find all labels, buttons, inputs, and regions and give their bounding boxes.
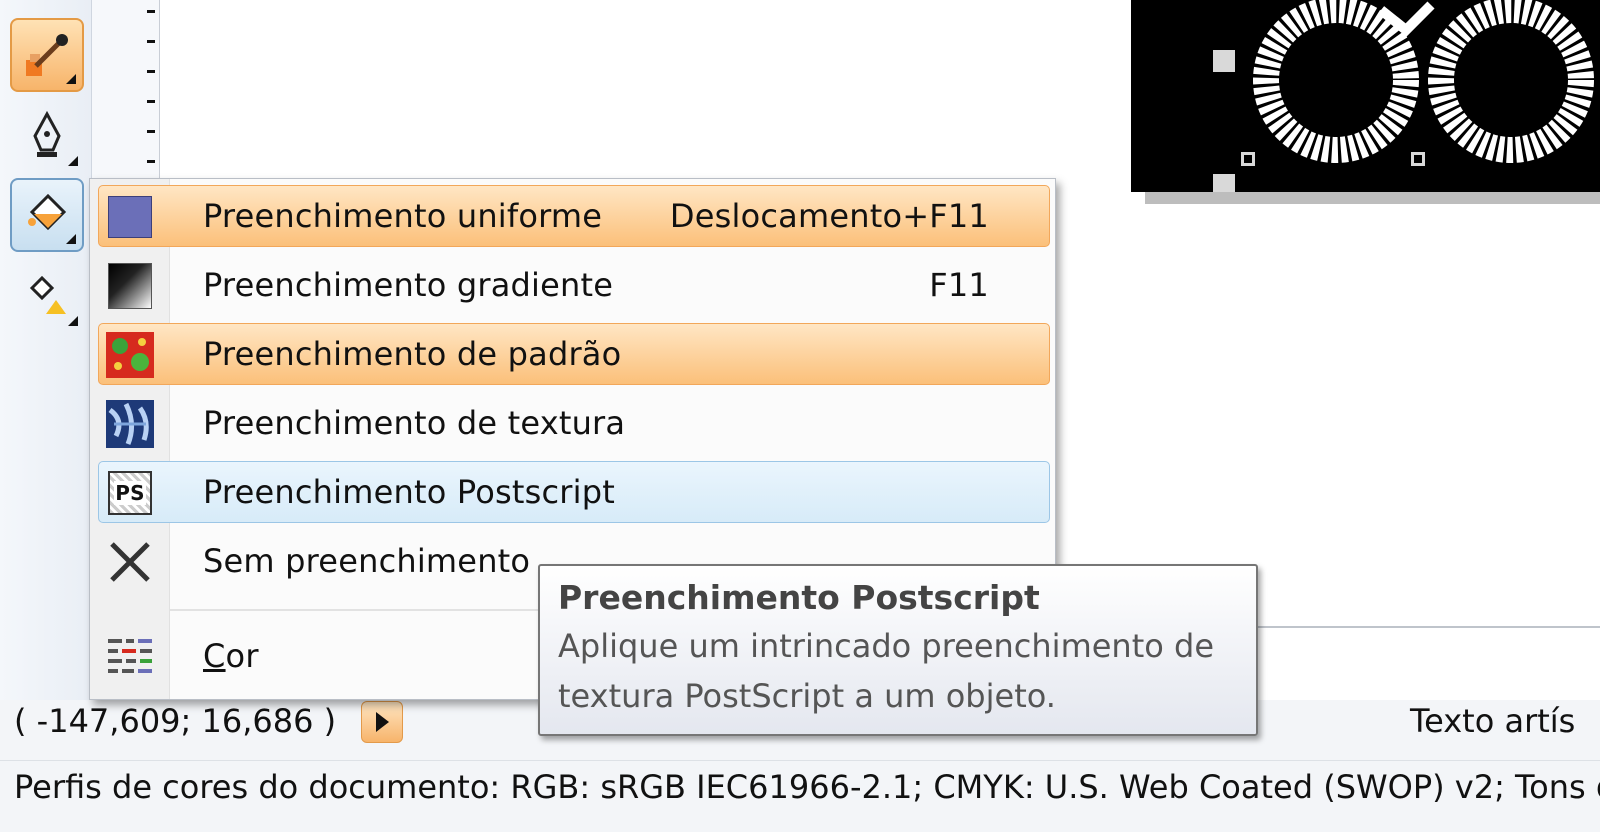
postscript-fill-icon: PS xyxy=(105,470,155,516)
play-arrow-icon xyxy=(376,712,389,732)
divider xyxy=(1258,626,1600,628)
artwork-object[interactable] xyxy=(1131,0,1600,192)
interactive-fill-tool[interactable] xyxy=(10,258,84,332)
menu-item-gradient-fill[interactable]: Preenchimento gradiente F11 xyxy=(98,254,1050,316)
menu-item-postscript-fill[interactable]: PS Preenchimento Postscript xyxy=(98,461,1050,523)
pattern-fill-icon xyxy=(105,332,155,378)
pen-nib-icon xyxy=(33,110,61,157)
shortcut-label: F11 xyxy=(929,266,989,304)
no-fill-icon xyxy=(105,539,155,585)
tooltip-title: Preenchimento Postscript xyxy=(558,578,1040,617)
uniform-fill-icon xyxy=(105,194,155,240)
selection-handle[interactable] xyxy=(1213,50,1235,72)
selection-handle[interactable] xyxy=(1213,174,1235,192)
paint-bucket-icon xyxy=(28,193,67,231)
document-color-profiles[interactable]: Perfis de cores do documento: RGB: sRGB … xyxy=(14,766,1600,808)
object-type-label: Texto artís xyxy=(1410,702,1576,740)
vertical-ruler xyxy=(92,0,160,180)
tooltip: Preenchimento Postscript Aplique um intr… xyxy=(538,564,1258,736)
menu-item-pattern-fill[interactable]: Preenchimento de padrão xyxy=(98,323,1050,385)
artwork-text-graphic xyxy=(1253,0,1594,163)
toolbox xyxy=(0,0,92,700)
status-nav-button[interactable] xyxy=(361,701,403,743)
shortcut-label: Deslocamento+F11 xyxy=(669,197,989,235)
cursor-coordinates: ( -147,609; 16,686 ) xyxy=(14,702,337,740)
menu-item-texture-fill[interactable]: Preenchimento de textura xyxy=(98,392,1050,454)
fill-tool[interactable] xyxy=(10,178,84,252)
tooltip-description: Aplique um intrincado preenchimento de t… xyxy=(558,627,1214,715)
eyedropper-icon xyxy=(26,34,68,76)
pen-outline-tool[interactable] xyxy=(10,98,84,172)
color-eyedropper-tool[interactable] xyxy=(10,18,84,92)
selection-handle[interactable] xyxy=(1411,152,1425,166)
smart-fill-icon xyxy=(29,275,66,314)
selection-handle[interactable] xyxy=(1241,152,1255,166)
color-palette-icon xyxy=(105,634,155,680)
menu-item-uniform-fill[interactable]: Preenchimento uniforme Deslocamento+F11 xyxy=(98,185,1050,247)
texture-fill-icon xyxy=(105,400,155,448)
gradient-fill-icon xyxy=(105,263,155,309)
